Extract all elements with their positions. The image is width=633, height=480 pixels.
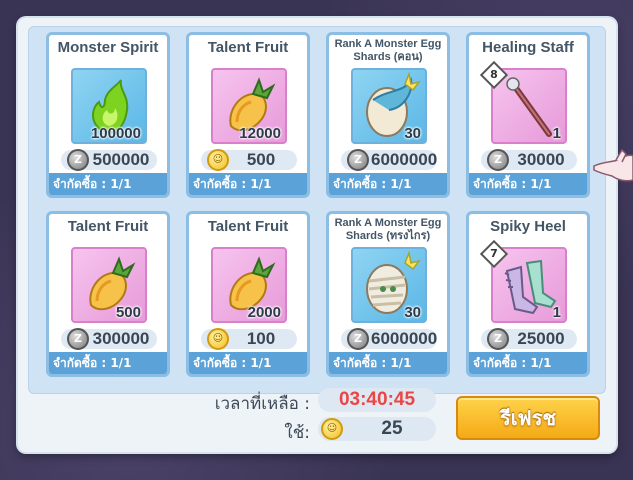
purchase-limit: จำกัดซื้อ : 1/1 [189,352,307,374]
item-name: Spiky Heel [490,218,566,235]
purchase-limit: จำกัดซื้อ : 1/1 [469,352,587,374]
price-row: ☺ 100 [189,328,307,350]
item-quantity: 2000 [247,304,281,321]
time-remaining-label: เวลาที่เหลือ : [214,394,310,414]
shop-item-card[interactable]: Rank A Monster Egg Shards (คอน) 30 Z 600… [326,32,450,198]
refresh-cost-label: ใช้: [284,423,310,443]
purchase-limit: จำกัดซื้อ : 1/1 [49,173,167,195]
item-price: 6000000 [371,150,438,169]
item-icon-frame: 30 [351,247,427,323]
price-row: Z 30000 [469,149,587,171]
purchase-limit: จำกัดซื้อ : 1/1 [329,352,447,374]
refresh-cost-value: 25 [381,418,403,439]
refresh-cost: ☺ 25 [318,417,436,441]
item-name: Healing Staff [482,39,574,56]
item-quantity: 12000 [239,125,281,142]
zeny-coin-icon: Z [487,328,509,350]
item-name: Rank A Monster Egg Shards (ทรงไกร) [334,217,442,242]
price-row: Z 6000000 [329,149,447,171]
item-quantity: 1 [552,304,561,321]
purchase-limit: จำกัดซื้อ : 1/1 [329,173,447,195]
item-name: Talent Fruit [207,218,289,235]
refresh-button[interactable]: รีเฟรช [456,396,600,440]
item-name: Talent Fruit [207,39,289,56]
item-quantity: 30 [404,125,421,142]
item-price: 500000 [92,150,150,169]
shop-item-card[interactable]: Talent Fruit 500 Z 300000 จำกัดซื้อ : 1/… [46,211,170,377]
item-quantity: 100000 [90,125,141,142]
gold-coin-icon: ☺ [207,149,229,171]
refresh-countdown: 03:40:45 [318,388,436,412]
gold-coin-icon: ☺ [321,418,343,440]
purchase-limit: จำกัดซื้อ : 1/1 [469,173,587,195]
item-price: 30000 [517,150,565,169]
item-icon-frame: 500 [71,247,147,323]
item-icon-frame: 2000 [211,247,287,323]
zeny-coin-icon: Z [347,149,369,171]
price-row: Z 300000 [49,328,167,350]
zeny-coin-icon: Z [67,328,89,350]
price-row: Z 6000000 [329,328,447,350]
shop-item-card[interactable]: Healing Staff 1 8 Z 30000 จำกัดซื้อ : 1/… [466,32,590,198]
zeny-coin-icon: Z [347,328,369,350]
item-grid: Monster Spirit 100000 Z 500000 จำกัดซื้อ… [28,26,606,394]
item-price: 25000 [517,329,565,348]
shop-item-card[interactable]: Talent Fruit 2000 ☺ 100 จำกัดซื้อ : 1/1 [186,211,310,377]
pointing-hand-icon [593,148,633,182]
zeny-coin-icon: Z [67,149,89,171]
gold-coin-icon: ☺ [207,328,229,350]
shop-item-card[interactable]: Talent Fruit 12000 ☺ 500 จำกัดซื้อ : 1/1 [186,32,310,198]
item-price: 500 [246,150,276,169]
shop-item-card[interactable]: Spiky Heel 1 7 Z 25000 จำกัดซื้อ : 1/1 [466,211,590,377]
item-name: Monster Spirit [57,39,159,56]
shop-panel: Monster Spirit 100000 Z 500000 จำกัดซื้อ… [18,18,616,452]
price-row: ☺ 500 [189,149,307,171]
item-name: Talent Fruit [67,218,149,235]
item-quantity: 1 [552,125,561,142]
item-quantity: 500 [115,304,141,321]
item-icon-frame: 12000 [211,68,287,144]
item-price: 100 [246,329,276,348]
price-row: Z 25000 [469,328,587,350]
shop-item-card[interactable]: Rank A Monster Egg Shards (ทรงไกร) 30 Z … [326,211,450,377]
item-quantity: 30 [404,304,421,321]
item-price: 6000000 [371,329,438,348]
zeny-coin-icon: Z [487,149,509,171]
purchase-limit: จำกัดซื้อ : 1/1 [189,173,307,195]
item-price: 300000 [92,329,150,348]
price-row: Z 500000 [49,149,167,171]
item-icon-frame: 100000 [71,68,147,144]
item-name: Rank A Monster Egg Shards (คอน) [334,38,442,63]
shop-item-card[interactable]: Monster Spirit 100000 Z 500000 จำกัดซื้อ… [46,32,170,198]
item-icon-frame: 30 [351,68,427,144]
purchase-limit: จำกัดซื้อ : 1/1 [49,352,167,374]
